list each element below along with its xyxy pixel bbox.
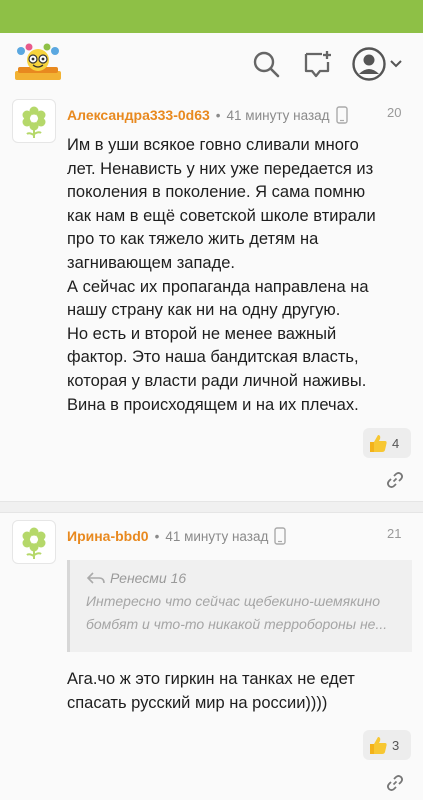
comment-line: А сейчас их пропаганда направлена на xyxy=(67,277,369,296)
reply-arrow-icon xyxy=(86,572,105,584)
thumbs-up-icon xyxy=(370,737,387,754)
comment: Александра333-0d63 • 41 минуту назад 20 … xyxy=(0,93,423,501)
like-count: 3 xyxy=(392,737,400,753)
author-name[interactable]: Александра333-0d63 xyxy=(67,107,210,123)
new-comment-icon[interactable] xyxy=(302,49,332,79)
status-bar xyxy=(0,0,423,33)
avatar[interactable] xyxy=(12,520,56,564)
comment-line: загнивающем западе. xyxy=(67,253,235,272)
thumbs-up-icon xyxy=(370,435,387,452)
mobile-device-icon xyxy=(274,527,287,545)
comment-time: 41 минуту назад xyxy=(226,107,330,123)
comment-line: спасать русский мир на россии)))) xyxy=(67,693,328,712)
comment-line: как нам в ещё советской школе втирали xyxy=(67,206,376,225)
author-name[interactable]: Ирина-bbd0 xyxy=(67,528,149,544)
like-count: 4 xyxy=(392,435,400,451)
quoted-reply[interactable]: Ренесми 16 Интересно что сейчас щебекино… xyxy=(67,560,412,652)
chevron-down-icon[interactable] xyxy=(389,57,403,71)
comment-meta: Ирина-bbd0 • 41 минуту назад xyxy=(67,527,287,545)
like-button[interactable]: 3 xyxy=(363,730,411,760)
like-button[interactable]: 4 xyxy=(363,428,411,458)
comment-text: Им в уши всякое говно сливали много лет.… xyxy=(67,134,407,417)
comment-line: Им в уши всякое говно сливали много xyxy=(67,136,359,154)
search-icon[interactable] xyxy=(251,49,281,79)
comment-line: поколения в поколение. Я сама помню xyxy=(67,183,366,202)
meta-separator: • xyxy=(215,107,221,123)
quote-author: Ренесми 16 xyxy=(110,570,187,586)
meta-separator: • xyxy=(154,528,160,544)
flower-icon xyxy=(22,527,46,559)
quote-line: Интересно что сейчас щебекино-шемякино xyxy=(86,593,381,609)
smiley-books-logo[interactable] xyxy=(12,43,64,83)
comment-line: лет. Ненависть у них уже передается из xyxy=(67,159,374,178)
comment-line: про то как тяжело жить детям на xyxy=(67,230,319,249)
link-icon[interactable] xyxy=(386,471,404,489)
comment-number[interactable]: 20 xyxy=(387,105,401,120)
comment-line: Вина в происходящем и на их плечах. xyxy=(67,395,359,414)
comment-line: нашу страну как ни на одну другую. xyxy=(67,301,341,320)
quote-header: Ренесми 16 xyxy=(86,570,412,586)
comment: Ирина-bbd0 • 41 минуту назад 21 Ренесми … xyxy=(0,513,423,800)
comment-time: 41 минуту назад xyxy=(165,528,269,544)
comment-line: Но есть и второй не менее важный xyxy=(67,324,337,343)
flower-icon xyxy=(22,106,46,138)
app-header xyxy=(0,33,423,93)
user-avatar-icon[interactable] xyxy=(352,47,386,81)
comment-text: Ага.чо ж это гиркин на танках не едет сп… xyxy=(67,668,407,715)
comment-line: Ага.чо ж это гиркин на танках не едет xyxy=(67,670,355,688)
comment-line: которая у власти ради личной наживы. xyxy=(67,371,367,390)
mobile-device-icon xyxy=(335,106,348,124)
comment-line: фактор. Это наша бандитская власть, xyxy=(67,348,359,367)
comment-number[interactable]: 21 xyxy=(387,526,401,541)
comment-divider xyxy=(0,501,423,513)
link-icon[interactable] xyxy=(386,774,404,792)
quote-line: бомбят и что-то никакой терробороны не..… xyxy=(86,616,388,632)
comment-meta: Александра333-0d63 • 41 минуту назад xyxy=(67,106,348,124)
avatar[interactable] xyxy=(12,99,56,143)
